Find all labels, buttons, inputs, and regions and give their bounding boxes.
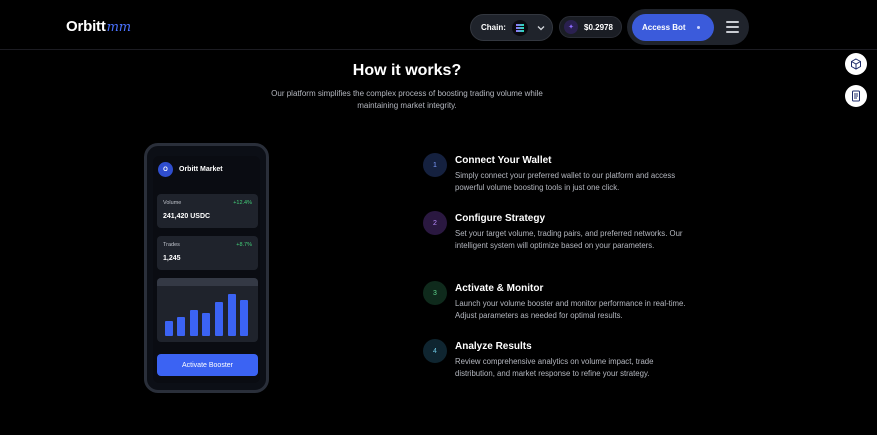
- logo-script: mm: [106, 20, 131, 35]
- chart-bar: [165, 321, 173, 336]
- step-number-badge: 1: [423, 153, 447, 177]
- step-title: Analyze Results: [455, 341, 532, 352]
- chain-label: Chain:: [481, 23, 506, 32]
- trades-value: 1,245: [163, 255, 181, 262]
- app-title: Orbitt Market: [179, 166, 223, 173]
- chart-bar: [190, 310, 198, 336]
- cube-icon: [851, 58, 861, 70]
- chevron-down-icon: [537, 25, 545, 30]
- step-title: Activate & Monitor: [455, 283, 544, 294]
- status-dot-icon: [697, 26, 700, 29]
- phone-screen: O Orbitt Market Volume +12.4% 241,420 US…: [153, 156, 260, 383]
- step-number-badge: 4: [423, 339, 447, 363]
- section-title: How it works?: [352, 62, 462, 79]
- document-icon-button[interactable]: [845, 85, 867, 107]
- trades-card: Trades +8.7% 1,245: [157, 236, 258, 270]
- access-bot-button[interactable]: Access Bot: [632, 14, 714, 41]
- trades-label: Trades: [163, 242, 180, 248]
- volume-label: Volume: [163, 200, 182, 206]
- volume-value: 241,420 USDC: [163, 213, 211, 220]
- section-subtitle: Our platform simplifies the complex proc…: [271, 89, 543, 110]
- logo[interactable]: Orbittmm: [66, 18, 131, 35]
- step-description: Simply connect your preferred wallet to …: [455, 171, 676, 192]
- chart-bar: [177, 317, 185, 336]
- step-number-badge: 2: [423, 211, 447, 235]
- step-item: 4 Analyze Results Review comprehensive ana…: [423, 339, 683, 389]
- volume-change: +12.4%: [233, 200, 252, 206]
- app-header: O Orbitt Market: [158, 162, 223, 177]
- volume-bar-chart: [157, 278, 258, 342]
- step-item: 2 Configure Strategy Set your target volum…: [423, 211, 683, 261]
- step-title: Connect Your Wallet: [455, 155, 552, 166]
- volume-card: Volume +12.4% 241,420 USDC: [157, 194, 258, 228]
- app-logo: O: [158, 162, 173, 177]
- token-icon: ✦: [564, 20, 578, 34]
- step-description: Review comprehensive analytics on volume…: [455, 357, 654, 378]
- activate-booster-button[interactable]: Activate Booster: [157, 354, 258, 376]
- step-description: Set your target volume, trading pairs, a…: [455, 229, 683, 250]
- chart-bar: [202, 313, 210, 336]
- chart-bar: [240, 300, 248, 336]
- top-navbar: Orbittmm Chain: ✦ $0.2978 Access Bot: [0, 0, 877, 50]
- step-item: 3 Activate & Monitor Launch your volume bo…: [423, 281, 686, 331]
- trades-change: +8.7%: [236, 242, 252, 248]
- chain-selector[interactable]: Chain:: [470, 14, 553, 41]
- step-title: Configure Strategy: [455, 213, 546, 224]
- step-description: Launch your volume booster and monitor p…: [455, 299, 686, 320]
- document-icon: [852, 90, 860, 102]
- cube-icon-button[interactable]: [845, 53, 867, 75]
- hamburger-menu-icon[interactable]: [726, 21, 739, 33]
- token-price: $0.2978: [584, 22, 613, 32]
- solana-icon: [511, 19, 528, 36]
- token-price-badge: ✦ $0.2978: [559, 16, 622, 38]
- phone-mockup: O Orbitt Market Volume +12.4% 241,420 US…: [144, 143, 269, 393]
- chart-bar: [215, 302, 223, 336]
- chart-header: [157, 278, 258, 286]
- step-item: 1 Connect Your Wallet Simply connect your …: [423, 153, 683, 203]
- chart-bar: [228, 294, 236, 336]
- step-number-badge: 3: [423, 281, 447, 305]
